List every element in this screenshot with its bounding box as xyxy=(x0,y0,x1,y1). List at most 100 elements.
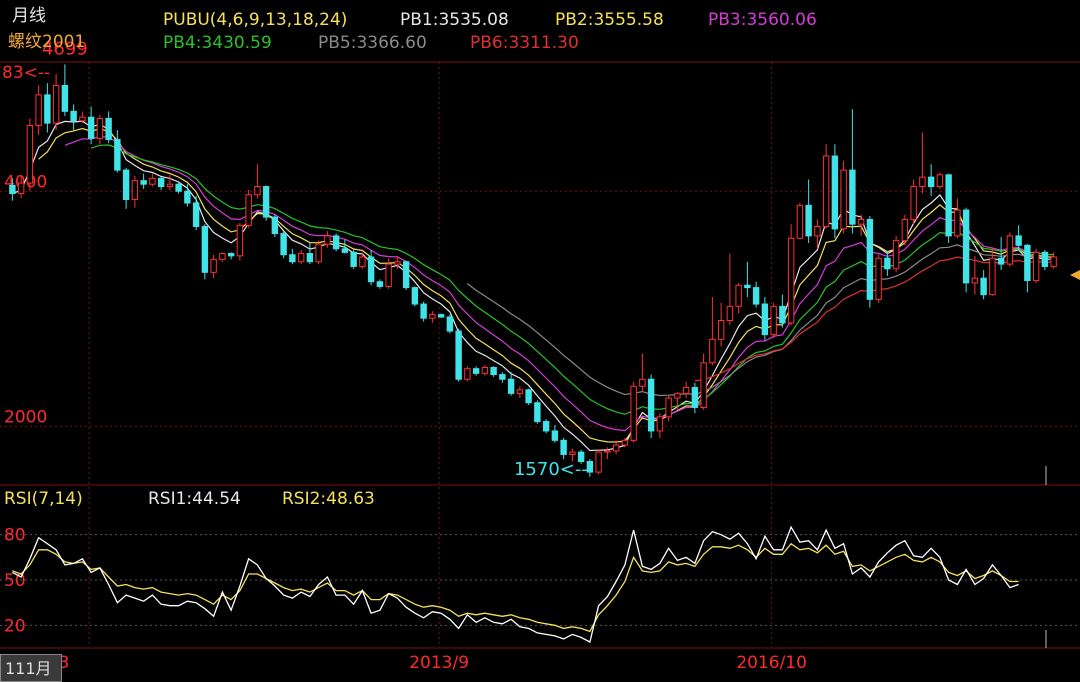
candle-body-down xyxy=(280,233,287,256)
candle-body-up xyxy=(210,258,217,273)
candle-body-up xyxy=(1032,251,1040,282)
candle xyxy=(779,294,786,328)
candle xyxy=(324,231,331,248)
candle-body-down xyxy=(105,117,112,141)
candle xyxy=(744,261,751,297)
candle-body-down xyxy=(1024,244,1031,282)
pb6-line xyxy=(694,256,1054,382)
candle xyxy=(280,231,287,259)
candle xyxy=(857,214,865,236)
rsi2-line xyxy=(12,542,1019,633)
candle xyxy=(219,252,226,262)
candle-body-down xyxy=(534,402,541,423)
time-tick-label: 2013/9 xyxy=(409,653,469,673)
candle-body-down xyxy=(306,253,314,263)
candle-body-down xyxy=(1015,235,1022,246)
candle-body-up xyxy=(822,155,830,227)
candle xyxy=(420,301,427,322)
candle-body-up xyxy=(516,389,524,394)
candle-body-down xyxy=(744,284,751,289)
candle-body-down xyxy=(114,139,121,171)
candle-body-down xyxy=(262,186,270,218)
candle-body-up xyxy=(52,85,60,124)
candle-body-down xyxy=(805,204,812,237)
candle xyxy=(551,425,559,443)
candle xyxy=(665,395,672,422)
candle-body-up xyxy=(245,194,252,226)
candle-body-down xyxy=(752,287,760,305)
period-label: 月线 xyxy=(12,6,46,26)
candle-body-up xyxy=(717,320,725,340)
candle xyxy=(787,224,795,326)
candle-body-down xyxy=(551,430,559,441)
candle-body-up xyxy=(149,177,156,185)
candle xyxy=(831,144,839,239)
candle-body-down xyxy=(184,190,191,204)
candle-body-down xyxy=(691,386,699,408)
candle-body-up xyxy=(936,174,944,188)
candle xyxy=(936,172,944,189)
chart-canvas[interactable]: 400020008050202013/9 2016/10346991570<--8… xyxy=(0,0,1080,682)
candle-body-up xyxy=(96,117,104,139)
candle-body-down xyxy=(44,94,51,124)
candle-body-down xyxy=(849,169,856,225)
candle xyxy=(954,198,961,239)
candle xyxy=(901,214,909,246)
candle xyxy=(656,413,664,438)
candle xyxy=(131,175,139,208)
candle-body-up xyxy=(621,439,629,446)
candle-body-down xyxy=(866,218,874,300)
candle xyxy=(700,353,707,410)
pb5-value: PB5:3366.60 xyxy=(318,33,427,53)
pb3-value: PB3:3560.06 xyxy=(708,10,817,30)
candle-body-up xyxy=(254,186,261,196)
candle-body-down xyxy=(1041,251,1049,267)
candle xyxy=(805,179,812,243)
candle-body-down xyxy=(962,209,970,284)
candle xyxy=(735,282,742,314)
candle xyxy=(359,252,366,269)
candle-body-up xyxy=(674,392,681,399)
candle xyxy=(96,114,104,145)
candle-body-up xyxy=(26,124,34,184)
candle-body-down xyxy=(472,368,480,374)
candle xyxy=(542,419,550,434)
candle-body-down xyxy=(420,303,427,319)
candle xyxy=(44,83,51,133)
candle xyxy=(1041,250,1049,270)
candle-body-down xyxy=(542,421,550,432)
candle-body-down xyxy=(945,174,952,237)
candle xyxy=(114,130,121,173)
candle-body-up xyxy=(796,204,804,239)
candle xyxy=(192,195,200,231)
period-badge[interactable]: 111月 xyxy=(0,654,62,682)
candle xyxy=(140,173,147,189)
rsi2-value: RSI2:48.63 xyxy=(282,489,375,509)
candle xyxy=(866,215,874,308)
candle-body-up xyxy=(394,261,401,265)
candle xyxy=(962,207,970,293)
candle xyxy=(411,286,419,307)
candle xyxy=(639,353,646,393)
candle xyxy=(534,400,541,424)
candle-body-down xyxy=(507,378,515,394)
candle xyxy=(376,279,384,289)
candle-body-down xyxy=(927,176,935,188)
candle-body-down xyxy=(586,461,594,473)
candle xyxy=(691,382,699,414)
candle-body-down xyxy=(647,378,655,432)
candle xyxy=(849,109,856,234)
candle-body-up xyxy=(910,186,917,220)
candle xyxy=(481,365,489,376)
candle-body-up xyxy=(612,444,620,452)
candle-body-up xyxy=(901,218,909,242)
candle-body-down xyxy=(884,257,891,270)
rsi1-value: RSI1:44.54 xyxy=(148,489,241,509)
candle xyxy=(499,372,506,383)
candle xyxy=(297,250,305,265)
candle-body-up xyxy=(630,385,637,441)
time-tick-label: 2016/10 xyxy=(736,653,807,673)
candle-body-down xyxy=(201,226,209,273)
indicator-label: PUBU(4,6,9,13,18,24) xyxy=(163,10,348,30)
candle xyxy=(61,64,69,117)
